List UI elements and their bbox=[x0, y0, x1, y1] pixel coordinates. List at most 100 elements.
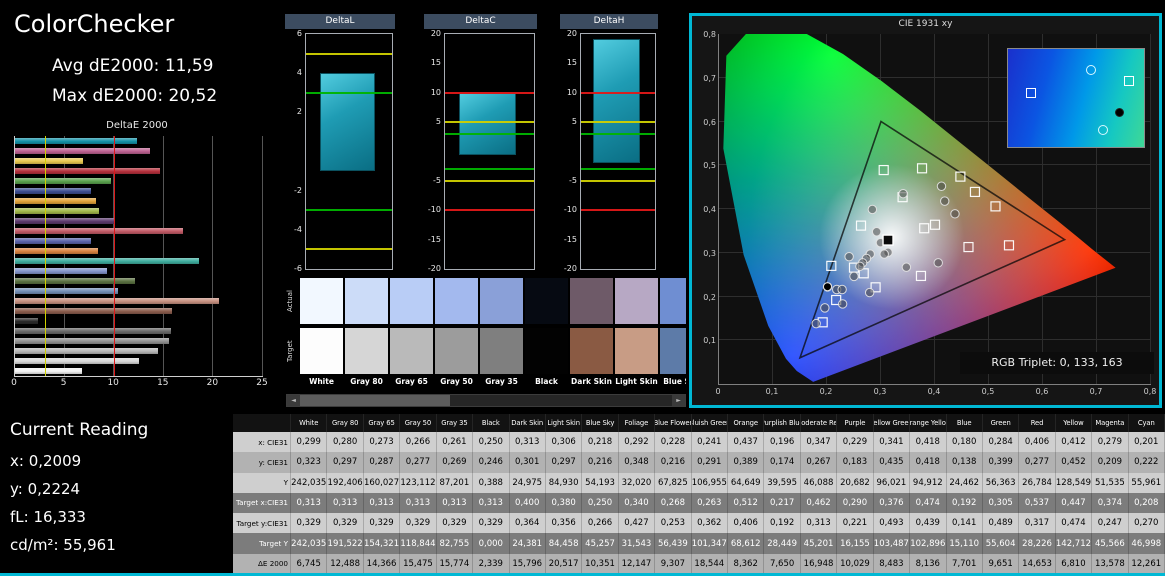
scrollbar-thumb[interactable] bbox=[300, 395, 450, 406]
axis-tick-label: 15 bbox=[157, 378, 169, 388]
table-corner-cell bbox=[233, 414, 291, 432]
swatch-actual-light-skin[interactable] bbox=[615, 278, 658, 324]
current-fl-readout: fL: 16,333 bbox=[10, 508, 86, 526]
bar-gray-50 bbox=[15, 338, 169, 344]
reference-line bbox=[306, 91, 392, 94]
deltaC-chart[interactable]: DeltaC 20 15 10 5 -5 -10 -15 -20 bbox=[424, 14, 537, 273]
swatch-target-white[interactable] bbox=[300, 328, 343, 374]
deltaL-chart[interactable]: DeltaL 6 4 2 -2 -4 -6 bbox=[285, 14, 395, 273]
bar-gray-80 bbox=[15, 358, 139, 364]
reference-line bbox=[581, 168, 655, 171]
axis-tick-label: 0,7 bbox=[1089, 387, 1103, 396]
table-cell: 0,439 bbox=[910, 513, 947, 534]
swatch-target-dark-skin[interactable] bbox=[570, 328, 613, 374]
table-cell: 20,517 bbox=[545, 553, 583, 574]
column-header-light-skin: Light Skin bbox=[545, 414, 583, 432]
axis-tick-label: 0,4 bbox=[927, 387, 941, 396]
deltaH-chart[interactable]: DeltaH 20 15 10 5 -5 -10 -15 -20 bbox=[560, 14, 658, 273]
table-cell: 18,544 bbox=[691, 553, 728, 574]
swatch-target-gray-80[interactable] bbox=[345, 328, 388, 374]
axis-tick-label: 0,1 bbox=[765, 387, 779, 396]
table-cell: 87,201 bbox=[436, 472, 474, 493]
swatch-target-gray-50[interactable] bbox=[435, 328, 478, 374]
target-point bbox=[916, 163, 928, 174]
column-header-purplish-blue: Purplish Blue bbox=[764, 414, 801, 432]
axis-tick-label: 15 bbox=[566, 58, 577, 68]
column-header-yellow-green: Yellow Green bbox=[873, 414, 911, 432]
reference-line bbox=[114, 136, 116, 376]
bar-red bbox=[15, 168, 161, 174]
axis-tick-label: 0,3 bbox=[873, 387, 887, 396]
table-cell: 0,297 bbox=[327, 452, 364, 473]
table-cell: 24,381 bbox=[509, 533, 546, 554]
measured-point bbox=[898, 188, 908, 199]
swatch-actual-gray-80[interactable] bbox=[345, 278, 388, 324]
swatch-target-black[interactable] bbox=[525, 328, 568, 374]
grid-line bbox=[262, 136, 263, 376]
deltaC-title: DeltaC bbox=[424, 14, 537, 29]
table-cell: 0,196 bbox=[764, 432, 801, 453]
swatch-actual-blue-sky[interactable] bbox=[660, 278, 686, 324]
swatch-actual-gray-65[interactable] bbox=[390, 278, 433, 324]
table-cell: 0,329 bbox=[473, 513, 510, 534]
cie-panel[interactable]: CIE 1931 xy RGB Triplet: 0, 133, 163 0,8… bbox=[689, 13, 1162, 408]
table-cell: 0,000 bbox=[473, 533, 510, 554]
table-cell: 46,088 bbox=[800, 472, 838, 493]
table-cell: 0,364 bbox=[509, 513, 546, 534]
table-cell: 0,462 bbox=[800, 492, 838, 514]
table-cell: 0,228 bbox=[655, 432, 692, 453]
reference-line bbox=[445, 132, 534, 135]
axis-tick-label: 0,6 bbox=[703, 117, 716, 127]
swatch-target-gray-65[interactable] bbox=[390, 328, 433, 374]
bar-gray-35 bbox=[15, 328, 172, 334]
table-cell: 39,595 bbox=[764, 472, 801, 493]
swatch-scrollbar[interactable]: ◄ ► bbox=[286, 394, 686, 407]
deltae-chart-title: DeltaE 2000 bbox=[106, 120, 168, 131]
swatch-target-gray-35[interactable] bbox=[480, 328, 523, 374]
swatch-actual-white[interactable] bbox=[300, 278, 343, 324]
results-table: White Gray 80 Gray 65 Gray 50 Gray 35 Black Da… bbox=[233, 414, 1165, 574]
scroll-right-button[interactable]: ► bbox=[672, 395, 685, 406]
swatch-actual-black[interactable] bbox=[525, 278, 568, 324]
swatch-target-blue-sky[interactable] bbox=[660, 328, 686, 374]
column-header-gray-65: Gray 65 bbox=[363, 414, 401, 432]
table-cell: 0,306 bbox=[545, 432, 583, 453]
row-label-x-cie31: x: CIE31 bbox=[233, 432, 291, 453]
swatch-actual-gray-35[interactable] bbox=[480, 278, 523, 324]
table-cell: 0,253 bbox=[655, 513, 692, 534]
table-cell: 0,329 bbox=[400, 513, 437, 534]
swatch-target-light-skin[interactable] bbox=[615, 328, 658, 374]
target-point bbox=[969, 186, 981, 198]
swatch-actual-dark-skin[interactable] bbox=[570, 278, 613, 324]
axis-tick-label: -5 bbox=[569, 175, 577, 185]
swatch-label: Gray 50 bbox=[440, 377, 473, 386]
axis-tick-label: 10 bbox=[430, 87, 441, 97]
scroll-left-button[interactable]: ◄ bbox=[287, 395, 300, 406]
table-cell: 0,474 bbox=[910, 492, 947, 514]
measured-point bbox=[855, 261, 865, 272]
swatch-actual-gray-50[interactable] bbox=[435, 278, 478, 324]
table-cell: 82,755 bbox=[436, 533, 474, 554]
table-cell: 12,261 bbox=[1128, 553, 1165, 574]
table-cell: 0,138 bbox=[946, 452, 983, 473]
table-cell: 103,487 bbox=[873, 533, 911, 554]
axis-tick-label: 20 bbox=[566, 29, 577, 38]
table-cell: 0,437 bbox=[728, 432, 765, 453]
page-title: ColorChecker bbox=[14, 10, 175, 38]
deltae-2000-chart[interactable]: DeltaE 2000 0 5 10 15 20 25 bbox=[8, 120, 268, 408]
table-cell: 0,280 bbox=[327, 432, 364, 453]
table-cell: 0,250 bbox=[582, 492, 619, 514]
table-cell: 45,201 bbox=[800, 533, 838, 554]
table-cell: 26,784 bbox=[1019, 472, 1056, 493]
table-cell: 0,418 bbox=[910, 432, 947, 453]
bar-magenta bbox=[15, 148, 150, 154]
table-cell: 0,180 bbox=[946, 432, 983, 453]
table-cell: 6,810 bbox=[1055, 553, 1093, 574]
table-cell: 0,348 bbox=[618, 452, 656, 473]
axis-tick-label: 10 bbox=[566, 87, 577, 97]
row-label--e-2000: ΔE 2000 bbox=[233, 553, 291, 574]
reference-line bbox=[581, 91, 655, 94]
axis-tick-label: 0,6 bbox=[1035, 387, 1049, 396]
deltaC-bar bbox=[459, 92, 517, 156]
axis-tick-label: 6 bbox=[296, 29, 302, 38]
